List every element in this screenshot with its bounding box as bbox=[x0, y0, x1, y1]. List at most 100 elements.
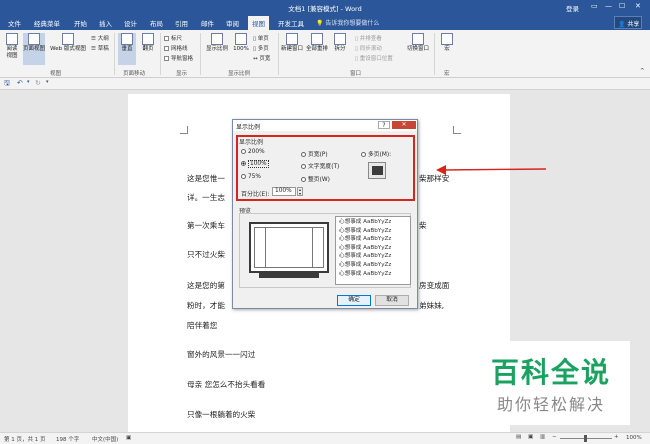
zoom-100-icon bbox=[235, 33, 247, 45]
cancel-button[interactable]: 取消 bbox=[375, 295, 409, 306]
macros-label: 宏 bbox=[444, 46, 450, 52]
paragraph-line: 只像一根躺着的火柴 bbox=[187, 410, 256, 419]
paragraph-line: 窗外的风景一一闪过 bbox=[187, 350, 256, 359]
page-width-label: 页宽 bbox=[259, 56, 271, 62]
group-window-label: 窗口 bbox=[350, 71, 362, 77]
collapse-ribbon-icon[interactable]: ^ bbox=[640, 68, 645, 74]
tab-classic-menu[interactable]: 经典菜单 bbox=[34, 18, 60, 28]
ok-button[interactable]: 确定 bbox=[337, 295, 371, 306]
undo-dropdown-icon[interactable]: ▾ bbox=[27, 79, 30, 85]
web-layout-button[interactable]: Web 版式视图 bbox=[48, 33, 88, 53]
checkbox-icon bbox=[164, 36, 169, 41]
undo-icon[interactable]: ↶ bbox=[17, 79, 23, 87]
vertical-scroll-button[interactable]: 垂直 bbox=[118, 33, 136, 65]
preview-text-line: 心想事成 AaBbYyZz bbox=[339, 219, 392, 225]
ribbon: 阅读视图 页面视图 Web 版式视图 ☰ 大纲 ☰ 草稿 视图 垂直 翻页 页面… bbox=[0, 30, 650, 78]
side-by-side-button[interactable]: ▯ 并排查看 bbox=[355, 34, 382, 42]
maximize-button[interactable]: ☐ bbox=[619, 2, 625, 10]
zoom-label: 显示比例 bbox=[205, 46, 228, 52]
one-page-button[interactable]: ▯ 单页 bbox=[253, 34, 269, 42]
new-window-label: 新建窗口 bbox=[281, 46, 304, 52]
page-width-button[interactable]: ↔ 页宽 bbox=[253, 54, 270, 62]
zoom-out-icon[interactable]: − bbox=[552, 434, 557, 440]
monitor-stand-shape bbox=[259, 273, 319, 278]
paragraph-line: 母亲 您怎么不抬头看看 bbox=[187, 380, 266, 389]
read-mode-label: 阅读视图 bbox=[6, 46, 18, 59]
tab-file[interactable]: 文件 bbox=[8, 18, 21, 28]
split-label: 拆分 bbox=[334, 46, 346, 52]
draft-button[interactable]: ☰ 草稿 bbox=[91, 44, 109, 52]
redo-icon[interactable]: ↻ bbox=[35, 79, 41, 87]
print-layout-button[interactable]: 页面视图 bbox=[23, 33, 45, 65]
group-separator bbox=[114, 33, 115, 75]
ribbon-display-options-icon[interactable]: ▭ bbox=[591, 2, 598, 10]
gridlines-checkbox[interactable]: 网格线 bbox=[164, 44, 188, 52]
zoom-100-button[interactable]: 100% bbox=[232, 33, 250, 53]
tab-review[interactable]: 审阅 bbox=[226, 18, 239, 28]
outline-label: 大纲 bbox=[97, 36, 109, 42]
ruler-checkbox[interactable]: 标尺 bbox=[164, 34, 182, 42]
sync-scroll-button[interactable]: ▯ 同步滚动 bbox=[355, 44, 382, 52]
minimize-button[interactable]: — bbox=[605, 2, 612, 10]
macro-record-icon[interactable]: ▣ bbox=[126, 435, 131, 441]
macros-button[interactable]: 宏 bbox=[440, 33, 454, 53]
zoom-level[interactable]: 100% bbox=[626, 435, 642, 441]
page-count[interactable]: 第 1 页，共 1 页 bbox=[4, 435, 46, 443]
customize-toolbar-icon[interactable]: ▾ bbox=[46, 79, 49, 85]
paragraph-line: 第一次乘车 bbox=[187, 221, 225, 230]
dialog-close-button[interactable]: ✕ bbox=[392, 121, 416, 129]
read-mode-button[interactable]: 阅读视图 bbox=[3, 33, 21, 60]
tab-layout[interactable]: 布局 bbox=[150, 18, 163, 28]
close-button[interactable]: ✕ bbox=[635, 2, 641, 10]
vertical-scroll-label: 垂直 bbox=[121, 46, 133, 52]
web-layout-icon[interactable]: ▥ bbox=[540, 434, 545, 440]
watermark-subtitle: 助你轻松解决 bbox=[496, 395, 605, 414]
tell-me-search[interactable]: 💡 告诉我你想要做什么 bbox=[316, 18, 379, 27]
multiple-pages-button[interactable]: ▯ 多页 bbox=[253, 44, 269, 52]
checkbox-icon bbox=[164, 46, 169, 51]
draft-label: 草稿 bbox=[97, 46, 109, 52]
word-count[interactable]: 198 个字 bbox=[56, 435, 79, 443]
group-separator bbox=[200, 33, 201, 75]
zoom-slider-thumb[interactable] bbox=[584, 435, 587, 442]
zoom-button[interactable]: 显示比例 bbox=[204, 33, 230, 53]
read-mode-icon[interactable]: ▤ bbox=[516, 434, 521, 440]
nav-pane-label: 导航窗格 bbox=[171, 56, 194, 62]
tell-me-text: 告诉我你想要做什么 bbox=[325, 20, 380, 27]
share-button[interactable]: 👤 共享 bbox=[614, 16, 642, 29]
zoom-100-label: 100% bbox=[233, 46, 249, 52]
tab-developer[interactable]: 开发工具 bbox=[278, 18, 304, 28]
paragraph-fragment: 柴 bbox=[419, 221, 427, 230]
tab-home[interactable]: 开始 bbox=[74, 18, 87, 28]
tab-mailings[interactable]: 邮件 bbox=[201, 18, 214, 28]
print-layout-icon bbox=[28, 33, 40, 45]
switch-windows-button[interactable]: 切换窗口 bbox=[406, 33, 430, 53]
watermark-logo: 百科全说 助你轻松解决 bbox=[472, 341, 630, 425]
reset-window-label: 重设窗口位置 bbox=[359, 56, 393, 62]
arrange-all-button[interactable]: 全部重排 bbox=[305, 33, 329, 53]
nav-pane-checkbox[interactable]: 导航窗格 bbox=[164, 54, 193, 62]
tab-references[interactable]: 引用 bbox=[175, 18, 188, 28]
zoom-in-icon[interactable]: + bbox=[614, 434, 619, 440]
side-to-side-button[interactable]: 翻页 bbox=[139, 33, 157, 53]
preview-text-list: 心想事成 AaBbYyZz 心想事成 AaBbYyZz 心想事成 AaBbYyZ… bbox=[339, 218, 391, 278]
new-window-button[interactable]: 新建窗口 bbox=[281, 33, 303, 53]
tab-insert[interactable]: 插入 bbox=[99, 18, 112, 28]
group-separator bbox=[434, 33, 435, 75]
tab-design[interactable]: 设计 bbox=[124, 18, 137, 28]
language-indicator[interactable]: 中文(中国) bbox=[92, 435, 118, 443]
outline-button[interactable]: ☰ 大纲 bbox=[91, 34, 109, 42]
tab-view[interactable]: 视图 bbox=[248, 16, 269, 30]
reset-window-button[interactable]: ▯ 重设窗口位置 bbox=[355, 54, 393, 62]
login-link[interactable]: 登录 bbox=[566, 3, 579, 13]
ribbon-tabs: 文件 经典菜单 开始 插入 设计 布局 引用 邮件 审阅 视图 开发工具 💡 告… bbox=[0, 15, 650, 30]
split-button[interactable]: 拆分 bbox=[332, 33, 348, 53]
paragraph-line: 详。一生志 bbox=[187, 193, 225, 202]
group-macros-label: 宏 bbox=[444, 71, 450, 77]
split-icon bbox=[334, 33, 346, 45]
watermark-title: 百科全说 bbox=[490, 356, 611, 389]
dialog-help-button[interactable]: ? bbox=[378, 121, 390, 129]
preview-text-column-shape bbox=[265, 227, 313, 268]
print-layout-icon[interactable]: ▣ bbox=[528, 434, 533, 440]
save-icon[interactable]: 🖫 bbox=[4, 79, 10, 90]
